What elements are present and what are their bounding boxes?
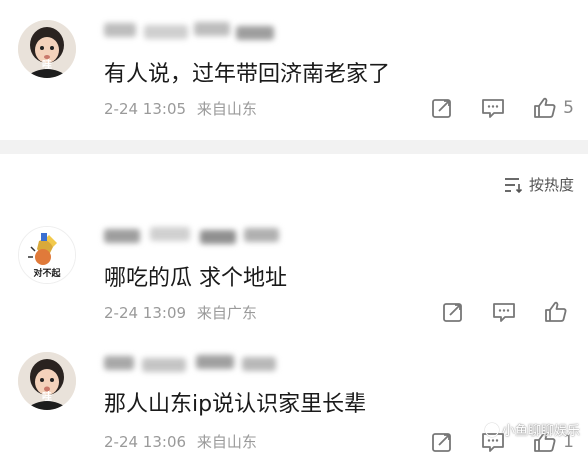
- share-icon: [432, 433, 452, 452]
- share-icon: [432, 99, 452, 118]
- avatar-caption: 哇: [42, 60, 52, 71]
- user-avatar[interactable]: 哇: [18, 352, 76, 410]
- weibo-logo-icon: [484, 423, 499, 437]
- comment-actions: [442, 300, 574, 324]
- sort-toggle[interactable]: 按热度: [503, 174, 574, 195]
- user-avatar[interactable]: 哇: [18, 20, 76, 78]
- comment-location: 来自山东: [196, 100, 257, 118]
- comment-item: 对不起 哪吃的瓜 求个地址 2-24 13:09 来自广东: [0, 206, 588, 336]
- comment-icon: [493, 303, 515, 322]
- comment-time: 2-24 13:06: [104, 433, 187, 451]
- comment-feed: 哇 有人说，过年带回济南老家了 2-24 13:05 来自山东 5 按热度 对不…: [0, 0, 588, 455]
- comment-text: 有人说，过年带回济南老家了: [104, 62, 391, 87]
- username-redacted[interactable]: [104, 20, 274, 42]
- reply-button[interactable]: [492, 301, 516, 323]
- comment-location: 来自山东: [196, 433, 257, 451]
- like-count: 5: [563, 98, 574, 118]
- sort-label: 按热度: [528, 176, 574, 194]
- section-divider: [0, 140, 588, 154]
- avatar-caption: 对不起: [33, 269, 61, 279]
- reply-button[interactable]: [481, 97, 505, 119]
- comment-text: 哪吃的瓜 求个地址: [104, 266, 287, 291]
- share-button[interactable]: [431, 431, 453, 453]
- comment-item: 哇 有人说，过年带回济南老家了 2-24 13:05 来自山东 5: [0, 0, 588, 150]
- comment-actions: 5: [431, 96, 574, 120]
- comment-time: 2-24 13:05: [104, 100, 187, 118]
- sort-lines-icon: [504, 177, 523, 193]
- comment-meta: 2-24 13:05 来自山东: [104, 98, 257, 119]
- share-icon: [443, 303, 462, 322]
- thumbs-up-icon: [545, 301, 567, 322]
- share-button[interactable]: [431, 97, 453, 119]
- thumbs-up-icon: [534, 97, 556, 118]
- avatar-caption: 哇: [42, 392, 52, 403]
- like-button[interactable]: [544, 300, 574, 324]
- comment-location: 来自广东: [196, 304, 257, 322]
- comment-meta: 2-24 13:06 来自山东: [104, 431, 257, 452]
- share-button[interactable]: [442, 301, 464, 323]
- comment-icon: [482, 99, 505, 118]
- username-redacted[interactable]: [104, 224, 279, 246]
- comment-text: 那人山东ip说认识家里长辈: [104, 392, 367, 417]
- like-button[interactable]: 5: [533, 96, 574, 120]
- username-redacted[interactable]: [104, 352, 276, 374]
- watermark-text: 小鱼聊聊娱乐: [501, 424, 580, 439]
- watermark: 小鱼聊聊娱乐: [484, 420, 580, 439]
- comment-meta: 2-24 13:09 来自广东: [104, 302, 257, 323]
- comment-time: 2-24 13:09: [104, 304, 187, 322]
- user-avatar[interactable]: 对不起: [18, 226, 76, 284]
